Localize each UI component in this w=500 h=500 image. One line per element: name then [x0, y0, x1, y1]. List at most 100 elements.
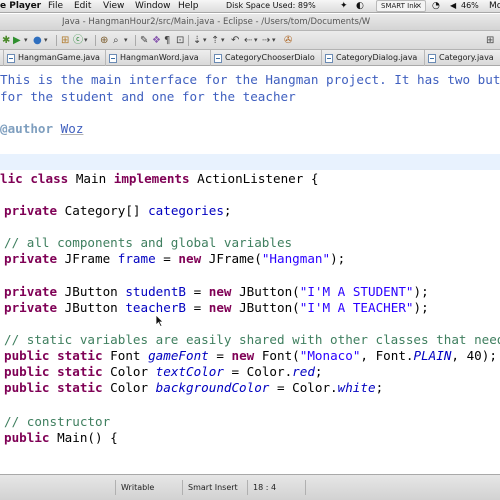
wifi-icon[interactable]: ◔	[432, 1, 440, 11]
string-literal: "I'M A TEACHER"	[299, 300, 414, 315]
tab-hangmangame[interactable]: HangmanGame.java	[4, 50, 106, 66]
constructor-call: JFrame(	[201, 251, 262, 266]
status-separator	[305, 480, 306, 495]
new-class-dropdown-icon[interactable]: ▾	[84, 35, 88, 46]
interface-name: ActionListener {	[189, 171, 319, 186]
operator: =	[186, 284, 209, 299]
sync-icon[interactable]: ◐	[356, 1, 364, 11]
tab-hangmanword[interactable]: HangmanWord.java	[106, 50, 211, 66]
field-name: categories	[148, 203, 224, 218]
menu-file[interactable]: File	[48, 1, 63, 11]
line-comment: // all components and global variables	[4, 235, 293, 250]
clock[interactable]: Mon 8:38 AM	[489, 1, 500, 11]
operator: = Color.	[269, 380, 338, 395]
new-class-icon[interactable]: ⓒ	[73, 35, 83, 46]
status-cursor-position: 18 : 4	[253, 483, 277, 492]
keyword: public static	[4, 364, 103, 379]
external-tools-dropdown-icon[interactable]: ▾	[44, 35, 48, 46]
back-icon[interactable]: ⇠	[244, 35, 252, 46]
keyword: new	[231, 348, 255, 363]
static-field-name: backgroundColor	[155, 380, 270, 395]
pin-editor-icon[interactable]: ✇	[284, 35, 292, 46]
volume-icon[interactable]: ◀	[450, 1, 456, 10]
class-name: Main	[68, 171, 114, 186]
menu-window[interactable]: Window	[135, 1, 171, 11]
code-line: // static variables are easily shared wi…	[4, 332, 500, 348]
open-perspective-icon[interactable]: ⊞	[486, 35, 494, 46]
forward-dropdown-icon[interactable]: ▾	[272, 35, 276, 46]
code-line: public Main() {	[4, 430, 118, 446]
new-package-icon[interactable]: ⊞	[61, 35, 69, 46]
code-line: public static Font gameFont = new Font("…	[4, 348, 497, 364]
status-insert-mode: Smart Insert	[188, 483, 238, 492]
punctuation: ;	[375, 380, 384, 395]
search-dropdown-icon[interactable]: ▾	[124, 35, 128, 46]
tab-label: HangmanGame.java	[18, 53, 100, 62]
type-name: JButton	[57, 284, 126, 299]
type-name: Color	[102, 364, 156, 379]
previous-annotation-icon[interactable]: ⇡	[211, 35, 219, 46]
disk-space-indicator[interactable]: Disk Space Used: 89%	[226, 1, 316, 10]
code-line: private JButton teacherB = new JButton("…	[4, 300, 429, 316]
operator: =	[186, 300, 209, 315]
code-line: @author Woz	[0, 121, 83, 137]
debug-icon[interactable]: ✱	[2, 35, 10, 46]
punctuation: );	[413, 284, 429, 299]
code-line: // constructor	[4, 414, 110, 430]
block-selection-icon[interactable]: ⊡	[176, 35, 184, 46]
keyword: private	[4, 300, 58, 315]
close-icon[interactable]: ×	[415, 1, 422, 11]
keyword: public static	[4, 348, 103, 363]
toolbar-separator	[188, 35, 189, 46]
punctuation: ;	[314, 364, 323, 379]
tab-category[interactable]: Category.java	[425, 50, 500, 66]
last-edit-location-icon[interactable]: ↶	[231, 35, 239, 46]
operator: =	[208, 348, 232, 363]
type-name: JButton	[57, 300, 126, 315]
open-type-icon[interactable]: ⊕	[100, 35, 108, 46]
run-icon[interactable]: ▶	[13, 35, 21, 46]
back-dropdown-icon[interactable]: ▾	[254, 35, 258, 46]
tab-categorychooserdialog[interactable]: CategoryChooserDialo	[211, 50, 322, 66]
smart-ink-button[interactable]: SMART Ink ×	[376, 0, 426, 12]
code-editor[interactable]: This is the main interface for the Hangm…	[0, 66, 500, 474]
punctuation: );	[330, 251, 346, 266]
code-line: private JButton studentB = new JButton("…	[4, 284, 429, 300]
type-name: Category[]	[57, 203, 149, 218]
next-annotation-icon[interactable]: ⇣	[193, 35, 201, 46]
menu-edit[interactable]: Edit	[74, 1, 91, 11]
mouse-pointer-icon	[155, 314, 164, 327]
tab-label: CategoryDialog.java	[336, 53, 418, 62]
java-file-icon	[428, 54, 436, 63]
keyword: private	[4, 251, 58, 266]
run-dropdown-icon[interactable]: ▾	[24, 35, 28, 46]
keyword: new	[208, 300, 232, 315]
string-literal: "I'M A STUDENT"	[299, 284, 414, 299]
static-field-name: textColor	[155, 364, 224, 379]
app-menu[interactable]: e Player	[0, 1, 41, 11]
string-literal: "Hangman"	[261, 251, 331, 266]
keyword: implements	[113, 171, 190, 186]
forward-icon[interactable]: ⇢	[262, 35, 270, 46]
external-tools-icon[interactable]: ●	[33, 35, 42, 46]
search-icon[interactable]: ⌕	[113, 35, 119, 46]
dropbox-icon[interactable]: ✦	[340, 1, 348, 11]
punctuation: ;	[223, 203, 232, 218]
battery-indicator[interactable]: 46%	[461, 1, 479, 10]
toolbar-separator	[135, 35, 136, 46]
status-separator	[247, 480, 248, 495]
tab-categorydialog[interactable]: CategoryDialog.java	[322, 50, 425, 66]
constructor-call: Font(	[254, 348, 300, 363]
toolbar-separator	[56, 35, 57, 46]
toggle-mark-occurrences-icon[interactable]: ✎	[140, 35, 148, 46]
previous-annotation-dropdown-icon[interactable]: ▾	[221, 35, 225, 46]
menu-help[interactable]: Help	[178, 1, 199, 11]
toggle-breadcrumb-icon[interactable]: ❖	[152, 35, 161, 46]
status-writable: Writable	[121, 483, 155, 492]
menu-view[interactable]: View	[103, 1, 124, 11]
show-whitespace-icon[interactable]: ¶	[164, 35, 170, 46]
punctuation: , Font.	[360, 348, 414, 363]
static-constant: red	[292, 364, 315, 379]
next-annotation-dropdown-icon[interactable]: ▾	[203, 35, 207, 46]
string-literal: "Monaco"	[299, 348, 361, 363]
